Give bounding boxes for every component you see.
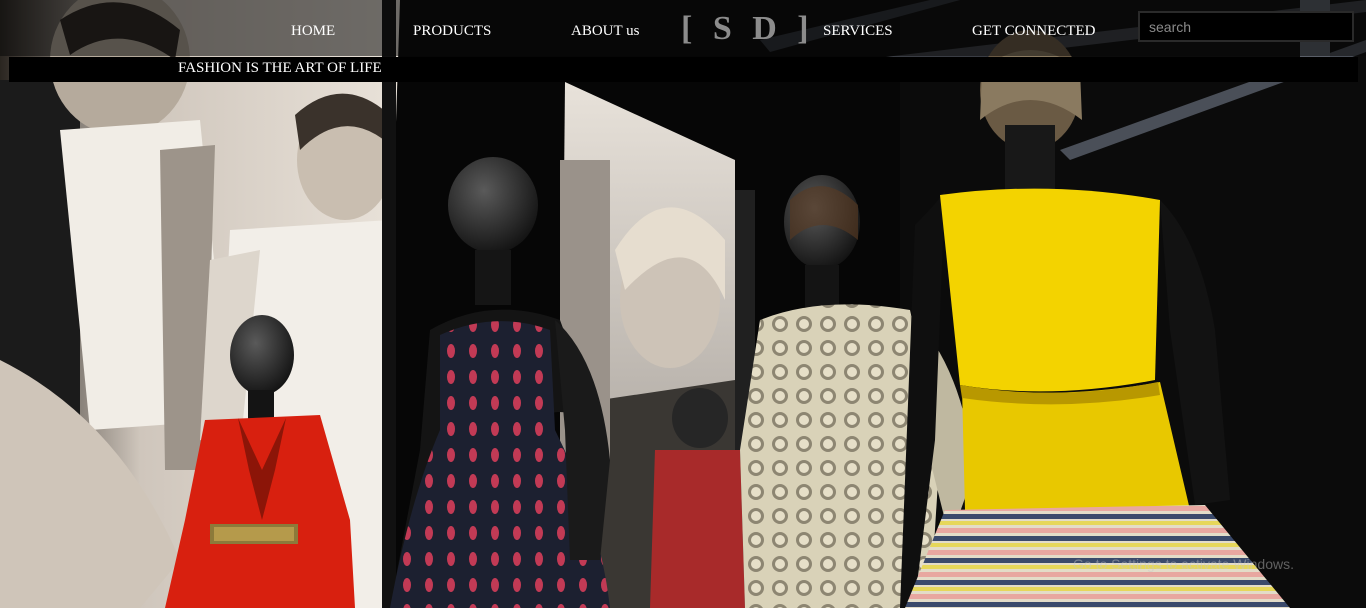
nav-products-link[interactable]: PRODUCTS	[413, 23, 491, 40]
tagline-bar: FASHION IS THE ART OF LIFE	[9, 57, 1358, 82]
hero-image	[0, 0, 1366, 608]
page: HOME PRODUCTS ABOUT us [ S D ] SERVICES …	[0, 0, 1366, 608]
top-nav: HOME PRODUCTS ABOUT us [ S D ] SERVICES …	[0, 0, 1366, 56]
search-input[interactable]	[1138, 11, 1354, 42]
nav-about-link[interactable]: ABOUT us	[571, 23, 639, 40]
nav-get-connected-link[interactable]: GET CONNECTED	[972, 23, 1095, 40]
nav-services-link[interactable]: SERVICES	[823, 23, 893, 40]
nav-home-link[interactable]: HOME	[291, 23, 335, 40]
tagline-text: FASHION IS THE ART OF LIFE	[178, 60, 382, 76]
site-logo[interactable]: [ S D ]	[681, 10, 815, 48]
windows-activation-watermark: Go to Settings to activate Windows.	[1073, 556, 1294, 572]
